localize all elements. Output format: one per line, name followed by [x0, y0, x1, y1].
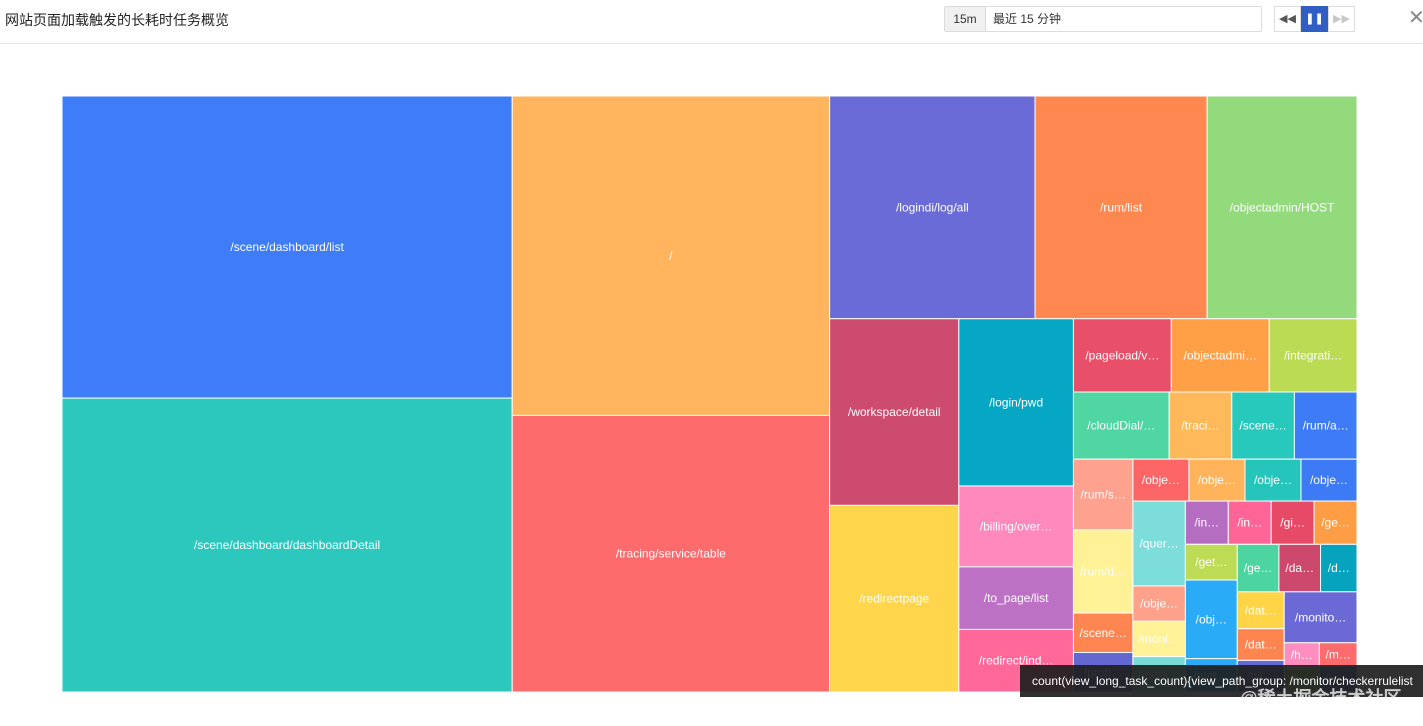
treemap-node-scene-view[interactable]: /scene… — [1231, 391, 1295, 460]
treemap-label: /login/pwd — [989, 395, 1043, 409]
treemap-label: /ge… — [1244, 561, 1273, 575]
treemap-label: /m… — [1325, 647, 1350, 661]
treemap-node-root[interactable]: / — [511, 95, 831, 416]
treemap-node-login-pwd[interactable]: /login/pwd — [958, 318, 1074, 487]
treemap-label: /monito… — [1295, 610, 1346, 624]
treemap-label: /scene… — [1079, 626, 1126, 640]
treemap-label: /integrati… — [1284, 348, 1342, 362]
treemap-label: /in… — [1237, 516, 1262, 530]
treemap-node-rum-detail-view[interactable]: /rum/d… — [1072, 529, 1134, 614]
treemap-node-rum-session[interactable]: /rum/s… — [1072, 458, 1134, 531]
treemap-label: /obje… — [1140, 597, 1178, 611]
treemap-label: /dat… — [1245, 638, 1277, 652]
treemap-label: /obje… — [1310, 473, 1348, 487]
treemap-node-redirectpage[interactable]: /redirectpage — [829, 504, 960, 693]
treemap-label: /dat… — [1245, 603, 1277, 617]
treemap-label: /rum/s… — [1080, 487, 1125, 501]
watermark: @稀土掘金技术社区 — [1240, 688, 1402, 708]
treemap-label: /rum/a… — [1303, 419, 1349, 433]
chart-header: 网站页面加载触发的长耗时任务概览 15m 最近 15 分钟 ◀◀ ❚❚ ▶▶ ✕ — [0, 0, 1423, 44]
time-range-label: 最近 15 分钟 — [993, 12, 1062, 26]
treemap-node-rum-app[interactable]: /rum/a… — [1293, 391, 1358, 460]
pause-button[interactable]: ❚❚ — [1301, 6, 1328, 32]
treemap-label: /quer… — [1139, 537, 1178, 551]
treemap-node-workspace-detail[interactable]: /workspace/detail — [829, 318, 960, 506]
treemap-node-clouddial-list[interactable]: /cloudDial/… — [1072, 391, 1170, 460]
rewind-button[interactable]: ◀◀ — [1274, 6, 1301, 32]
treemap-label: /obje… — [1198, 473, 1236, 487]
treemap-node-git-list[interactable]: /gi… — [1270, 500, 1315, 545]
treemap-label: /scene/dashboard/dashboardDetail — [194, 538, 380, 552]
treemap-node-tracing-service-table[interactable]: /tracing/service/table — [511, 414, 831, 693]
treemap-label: /traci… — [1181, 419, 1219, 433]
treemap-node-objectadmin-list[interactable]: /obj… — [1184, 579, 1238, 660]
treemap-label: /redirectpage — [859, 592, 929, 606]
treemap-node-objectadmin-host2[interactable]: /obje… — [1188, 458, 1246, 502]
treemap-node-pageload-view[interactable]: /pageload/v… — [1072, 318, 1172, 393]
treemap-node-objectadmin-svc[interactable]: /obje… — [1300, 458, 1358, 502]
treemap-node-objectadmin-pod[interactable]: /objectadmi… — [1170, 318, 1270, 393]
treemap-node-logindi-log-all[interactable]: /logindi/log/all — [829, 95, 1036, 320]
treemap-node-objectadmin-proc[interactable]: /obje… — [1244, 458, 1302, 502]
treemap-label: /objectadmin/HOST — [1230, 200, 1335, 214]
treemap-label: /workspace/detail — [848, 405, 941, 419]
treemap-label: /objectadmi… — [1184, 348, 1257, 362]
treemap-label: /billing/over… — [980, 519, 1053, 533]
treemap-node-dql-funcs[interactable]: /d… — [1320, 543, 1358, 593]
rewind-icon: ◀◀ — [1279, 13, 1296, 25]
treemap-label: /obje… — [1142, 473, 1180, 487]
treemap-label: /ge… — [1321, 516, 1350, 530]
treemap-label: /logindi/log/all — [896, 200, 969, 214]
treemap-node-rum-list[interactable]: /rum/list — [1034, 95, 1208, 320]
treemap-node-objectadmin-host[interactable]: /objectadmin/HOST — [1206, 95, 1358, 320]
treemap-label: /pageload/v… — [1085, 348, 1159, 362]
treemap-node-scene-dashboard-dashboarddetail[interactable]: /scene/dashboard/dashboardDetail — [61, 397, 513, 693]
treemap-label: /obj… — [1196, 612, 1227, 626]
treemap-label: /da… — [1285, 561, 1314, 575]
time-range-picker[interactable]: 15m 最近 15 分钟 — [944, 6, 1262, 32]
treemap-node-objectadmin-net[interactable]: /obje… — [1132, 458, 1190, 502]
treemap-node-tracing-link[interactable]: /traci… — [1168, 391, 1233, 460]
treemap-label: /obje… — [1254, 473, 1292, 487]
treemap-node-monitoring-rule[interactable]: /moni… — [1132, 620, 1186, 658]
pause-icon: ❚❚ — [1305, 13, 1324, 25]
treemap-chart: /scene/dashboard/list/scene/dashboard/da… — [61, 95, 1358, 693]
treemap-node-scene-note[interactable]: /scene… — [1072, 612, 1134, 653]
treemap-label: /get… — [1195, 555, 1227, 569]
treemap-node-dataflux-list[interactable]: /dat… — [1236, 591, 1285, 630]
treemap-node-getting-start[interactable]: /ge… — [1313, 500, 1358, 545]
treemap-node-billing-overview[interactable]: /billing/over… — [958, 485, 1074, 568]
treemap-label: /in… — [1194, 516, 1219, 530]
treemap-label: /tracing/service/table — [616, 547, 726, 561]
fast-forward-icon: ▶▶ — [1333, 13, 1350, 25]
treemap-label: /d… — [1328, 561, 1350, 575]
chart-title: 网站页面加载触发的长耗时任务概览 — [5, 12, 229, 28]
treemap-label: /scene/dashboard/list — [230, 240, 344, 254]
treemap-node-integration-list[interactable]: /integrati… — [1268, 318, 1358, 393]
treemap-node-help-doc[interactable]: /h… — [1283, 642, 1320, 668]
fast-forward-button[interactable]: ▶▶ — [1328, 6, 1355, 32]
treemap-label: /to_page/list — [984, 591, 1049, 605]
treemap-label: /h… — [1291, 648, 1313, 662]
treemap-node-to-page-list[interactable]: /to_page/list — [958, 566, 1074, 630]
treemap-node-getting-started[interactable]: /ge… — [1236, 543, 1280, 593]
treemap-node-misc-tmp[interactable]: /m… — [1318, 642, 1358, 667]
treemap-label: /rum/d… — [1080, 564, 1126, 578]
treemap-label: /gi… — [1280, 516, 1305, 530]
treemap-label: /rum/list — [1100, 200, 1143, 214]
close-icon[interactable]: ✕ — [1408, 8, 1423, 28]
treemap-node-inspect-list[interactable]: /in… — [1227, 500, 1272, 545]
treemap-node-monitor-checkerrulelist[interactable]: /monito… — [1283, 591, 1358, 644]
treemap-label: /cloudDial/… — [1087, 419, 1155, 433]
treemap-node-getting-doc[interactable]: /get… — [1184, 543, 1238, 581]
treemap-node-int-list[interactable]: /in… — [1184, 500, 1229, 545]
treemap-node-data-list[interactable]: /dat… — [1236, 628, 1285, 661]
treemap-node-datakit-list[interactable]: /da… — [1278, 543, 1322, 593]
treemap-node-query-metrics[interactable]: /quer… — [1132, 500, 1186, 587]
treemap-node-scene-dashboard-list[interactable]: /scene/dashboard/list — [61, 95, 513, 399]
treemap-label: /moni… — [1138, 632, 1179, 646]
time-range-short: 15m — [945, 7, 986, 31]
treemap-label: /scene… — [1239, 419, 1286, 433]
treemap-node-objectadmin-conta[interactable]: /obje… — [1132, 585, 1186, 622]
